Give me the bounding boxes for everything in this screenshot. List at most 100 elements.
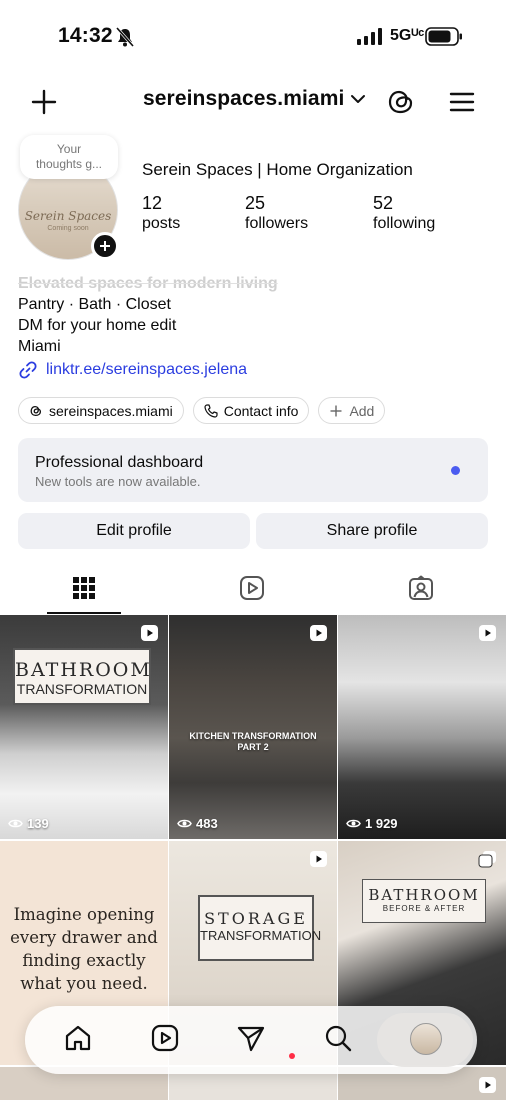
reel-icon (479, 1077, 496, 1093)
post-title: STORAGE (204, 909, 308, 928)
tab-tagged[interactable] (337, 568, 505, 614)
status-bar: 14:32 5Gᵁᶜ (0, 0, 506, 74)
grid-post[interactable]: 1 929 (338, 615, 506, 839)
create-plus-icon[interactable] (28, 86, 60, 118)
post-subtitle: PART 2 (237, 742, 269, 752)
bio-line: Miami (18, 338, 61, 355)
following-label: following (373, 215, 436, 232)
followers-label: followers (245, 215, 309, 232)
eye-icon (346, 819, 361, 828)
add-chip[interactable]: Add (318, 397, 386, 424)
status-time: 14:32 (58, 24, 113, 47)
share-profile-button[interactable]: Share profile (256, 513, 488, 549)
posts-count: 12 (142, 193, 163, 213)
reels-icon (151, 1024, 179, 1052)
view-count: 1 929 (346, 816, 398, 831)
following-stat[interactable]: 52 following (373, 192, 435, 234)
note-line: thoughts g... (35, 157, 103, 171)
profile-header: sereinspaces.miami (0, 76, 506, 126)
post-title-card: BATHROOM TRANSFORMATION (13, 648, 151, 705)
nav-search[interactable] (323, 1023, 357, 1057)
edit-profile-button[interactable]: Edit profile (18, 513, 250, 549)
home-icon (65, 1025, 91, 1051)
view-count-value: 139 (27, 816, 49, 831)
avatar-sub-text: Coming soon (47, 224, 89, 232)
phone-icon (204, 403, 218, 418)
bio: Elevated spaces for modern living Pantry… (18, 273, 278, 357)
display-name: Serein Spaces | Home Organization (142, 160, 413, 179)
reel-icon (310, 851, 327, 867)
contact-info-chip[interactable]: Contact info (192, 397, 310, 424)
quote-line: finding exactly (22, 951, 146, 970)
contact-info-label: Contact info (223, 402, 299, 419)
nav-home[interactable] (63, 1023, 97, 1057)
profile-tabs (0, 568, 506, 614)
posts-label: posts (142, 215, 181, 232)
threads-chip[interactable]: sereinspaces.miami (18, 397, 184, 424)
view-count: 139 (8, 816, 49, 831)
bell-off-icon (116, 27, 134, 47)
tab-reels[interactable] (168, 568, 336, 614)
post-title: BATHROOM (368, 886, 480, 904)
nav-messages[interactable] (236, 1023, 270, 1057)
reels-icon (240, 576, 264, 600)
post-subtitle: TRANSFORMATION (200, 928, 322, 943)
view-count: 483 (177, 816, 218, 831)
tagged-icon (409, 575, 433, 600)
link-icon (19, 361, 37, 379)
bio-link[interactable]: linktr.ee/sereinspaces.jelena (18, 360, 247, 380)
grid-icon (73, 577, 95, 599)
bio-line: DM for your home edit (18, 317, 177, 334)
reel-icon (141, 625, 158, 641)
chevron-down-icon (351, 95, 366, 103)
followers-count: 25 (245, 193, 266, 213)
notification-dot (451, 466, 460, 475)
grid-post[interactable]: BATHROOM TRANSFORMATION 139 (0, 615, 168, 839)
post-title-card: STORAGE TRANSFORMATION (198, 895, 322, 961)
threads-icon[interactable] (385, 86, 417, 118)
plus-icon (330, 405, 342, 416)
post-title: BATHROOM (15, 659, 152, 681)
reel-icon (479, 625, 496, 641)
profile-chips: sereinspaces.miami Contact info Add (18, 397, 386, 424)
avatar-brand-text: Serein Spaces (24, 208, 112, 223)
eye-icon (177, 819, 192, 828)
bottom-navigation (25, 1006, 477, 1074)
send-icon (237, 1026, 265, 1052)
posts-stat[interactable]: 12 posts (142, 192, 180, 234)
view-count-value: 483 (196, 816, 218, 831)
followers-stat[interactable]: 25 followers (245, 192, 308, 234)
tab-posts-grid[interactable] (0, 568, 168, 614)
menu-icon[interactable] (446, 86, 478, 118)
username: sereinspaces.miami (143, 87, 345, 110)
quote-line: every drawer and (10, 928, 158, 947)
threads-chip-label: sereinspaces.miami (49, 402, 173, 419)
quote-line: Imagine opening (13, 905, 155, 924)
signal-icon (357, 28, 382, 45)
reel-icon (310, 625, 327, 641)
post-title: KITCHEN TRANSFORMATION (189, 731, 317, 741)
bio-line: Elevated spaces for modern living (18, 275, 278, 292)
link-text: linktr.ee/sereinspaces.jelena (46, 361, 248, 378)
post-title-card: BATHROOM BEFORE & AFTER (362, 879, 486, 923)
note-line: Your (56, 142, 82, 156)
messages-notification-dot (289, 1053, 295, 1059)
view-count-value: 1 929 (365, 816, 398, 831)
nav-reels[interactable] (150, 1023, 184, 1057)
account-switcher[interactable]: sereinspaces.miami (143, 87, 366, 111)
quote-line: what you need. (20, 974, 148, 993)
nav-profile-avatar[interactable] (410, 1023, 442, 1055)
bio-line: Pantry · Bath · Closet (18, 296, 171, 313)
threads-icon (30, 405, 42, 416)
post-subtitle: BEFORE & AFTER (382, 904, 466, 913)
active-tab-indicator (47, 612, 121, 614)
post-quote: Imagine opening every drawer and finding… (0, 903, 168, 995)
note-bubble[interactable]: Your thoughts g... (20, 135, 118, 179)
add-chip-label: Add (349, 402, 375, 419)
professional-dashboard[interactable]: Professional dashboard New tools are now… (18, 438, 488, 502)
post-subtitle: TRANSFORMATION (16, 681, 148, 697)
add-story-icon[interactable] (91, 232, 119, 260)
network-label: 5Gᵁᶜ (390, 27, 425, 44)
eye-icon (8, 819, 23, 828)
grid-post[interactable]: KITCHEN TRANSFORMATION PART 2 483 (169, 615, 337, 839)
